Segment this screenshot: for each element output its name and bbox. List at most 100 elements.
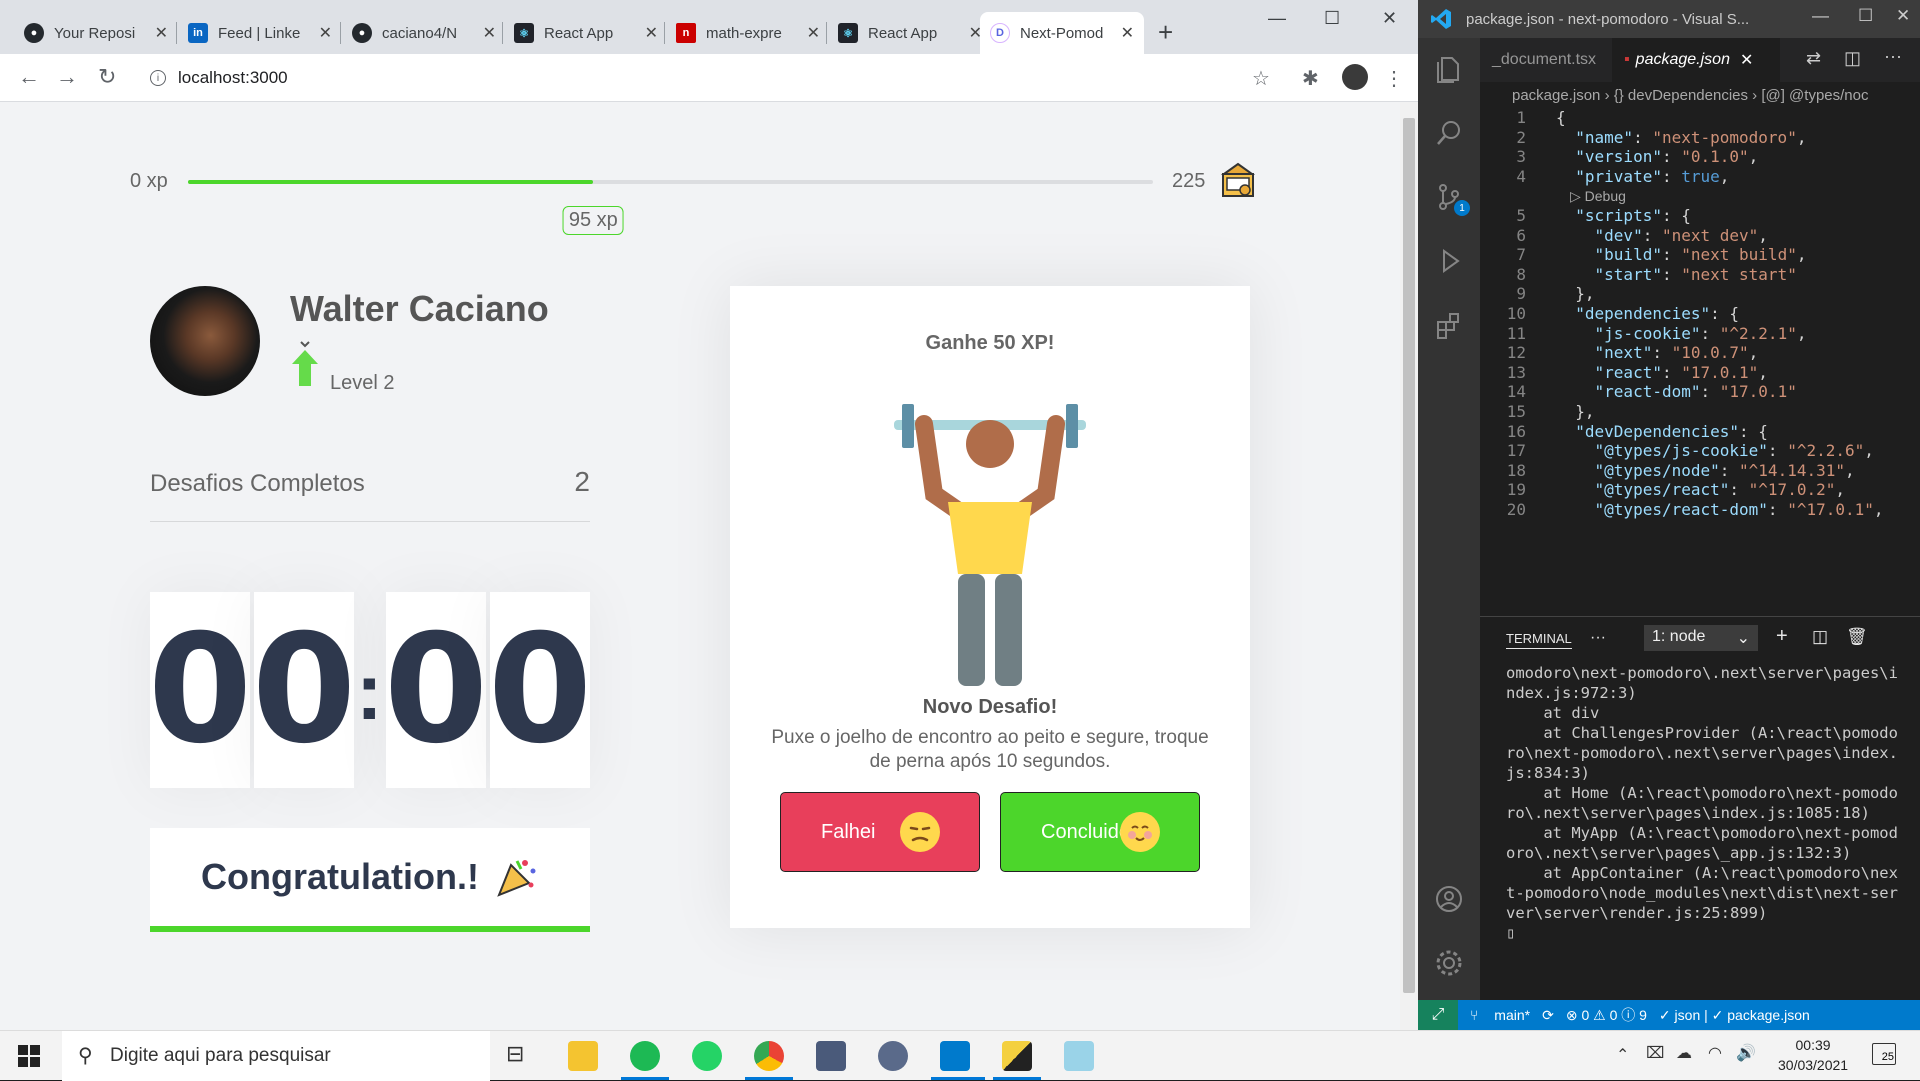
tab-document-tsx[interactable]: _document.tsx [1480, 38, 1608, 82]
chrome-icon[interactable] [754, 1041, 784, 1071]
page-scrollbar[interactable] [1400, 102, 1418, 1030]
maximize-icon[interactable]: ☐ [1324, 8, 1340, 29]
cloud-icon[interactable]: ☁ [1676, 1043, 1692, 1063]
code-line[interactable]: "name": "next-pomodoro", [1556, 128, 1806, 147]
code-line[interactable]: "@types/node": "^14.14.31", [1556, 461, 1855, 480]
tab-linkedin[interactable]: in Feed | Linke ✕ [178, 12, 342, 54]
code-editor[interactable]: 1 {2 "name": "next-pomodoro", 3 "version":… [1480, 108, 1920, 616]
wifi-icon[interactable]: ◠ [1708, 1043, 1722, 1063]
close-icon[interactable]: ✕ [645, 23, 658, 43]
problems-status[interactable]: ⊗ 0 ⚠ 0 ⓘ 9 [1566, 1005, 1647, 1025]
accounts-icon[interactable] [1434, 884, 1464, 914]
info-icon[interactable]: i [150, 70, 166, 86]
app-icon[interactable] [816, 1041, 846, 1071]
volume-icon[interactable]: 🔊 [1736, 1043, 1756, 1063]
code-line[interactable]: "start": "next start" [1556, 265, 1797, 284]
remote-icon[interactable]: ⤢ [1418, 1000, 1458, 1030]
code-line[interactable]: }, [1556, 402, 1594, 421]
code-line[interactable]: }, [1556, 284, 1594, 303]
notifications-app-icon[interactable] [878, 1041, 908, 1071]
code-line[interactable]: "version": "0.1.0", [1556, 147, 1758, 166]
split-editor-icon[interactable]: ◫ [1844, 48, 1861, 69]
code-line[interactable]: "build": "next build", [1556, 245, 1807, 264]
taskbar-search[interactable]: ⚲ Digite aqui para pesquisar [62, 1031, 490, 1081]
profile-avatar[interactable] [1342, 64, 1368, 90]
task-view-icon[interactable]: ⊟ [506, 1041, 536, 1071]
explorer-icon[interactable] [1434, 54, 1464, 84]
scrollbar-thumb[interactable] [1403, 118, 1415, 993]
device-icon[interactable]: ⌧ [1646, 1043, 1664, 1063]
close-icon[interactable]: ✕ [319, 23, 332, 43]
terminal-output[interactable]: omodoro\next-pomodoro\.next\server\pages… [1506, 663, 1906, 943]
close-icon[interactable]: ✕ [483, 23, 496, 43]
vscode-icon[interactable] [940, 1041, 970, 1071]
extensions-icon[interactable] [1434, 310, 1464, 340]
chevron-up-icon[interactable]: ⌃ [1616, 1045, 1629, 1065]
add-terminal-icon[interactable]: + [1776, 625, 1788, 648]
tab-package-json[interactable]: ▪ package.json ✕ [1612, 38, 1780, 82]
code-line[interactable]: "scripts": { [1556, 206, 1691, 225]
code-line[interactable]: "@types/js-cookie": "^2.2.6", [1556, 441, 1874, 460]
split-terminal-icon[interactable]: ◫ [1812, 627, 1828, 647]
gear-icon[interactable] [1434, 948, 1464, 978]
bookmark-star-icon[interactable]: ☆ [1252, 66, 1270, 91]
code-line[interactable]: "@types/react": "^17.0.2", [1556, 480, 1845, 499]
run-debug-icon[interactable] [1434, 246, 1464, 276]
remote-desktop-icon[interactable] [1064, 1041, 1094, 1071]
clock[interactable]: 00:39 30/03/2021 [1778, 1035, 1848, 1075]
tab-github-repo[interactable]: ● caciano4/N ✕ [342, 12, 506, 54]
sticky-app-icon[interactable] [1002, 1041, 1032, 1071]
fail-button[interactable]: Falhei [780, 792, 980, 872]
code-line[interactable]: "private": true, [1556, 167, 1729, 186]
code-line[interactable]: "next": "10.0.7", [1556, 343, 1759, 362]
branch-status[interactable]: ⑂ main* [1470, 1007, 1530, 1023]
extensions-icon[interactable]: ✱ [1302, 66, 1319, 91]
debug-codelens[interactable]: ▷ Debug [1570, 188, 1626, 205]
code-line[interactable]: "react": "17.0.1", [1556, 363, 1768, 382]
completed-button[interactable]: Concluido [1000, 792, 1200, 872]
tab-react-app-2[interactable]: ⚛ React App ✕ [828, 12, 992, 54]
menu-icon[interactable]: ⋮ [1384, 66, 1404, 91]
whatsapp-icon[interactable] [692, 1041, 722, 1071]
close-window-icon[interactable]: ✕ [1896, 6, 1910, 26]
close-icon[interactable]: ✕ [807, 23, 820, 43]
compare-icon[interactable]: ⇄ [1806, 48, 1821, 69]
tab-react-app-1[interactable]: ⚛ React App ✕ [504, 12, 668, 54]
tab-next-pomodoro[interactable]: D Next-Pomod ✕ [980, 12, 1144, 54]
sync-icon[interactable]: ⟳ [1542, 1007, 1554, 1024]
cycle-complete-button[interactable]: Congratulation.! [150, 828, 590, 932]
reload-icon[interactable]: ↻ [98, 64, 116, 90]
code-line[interactable]: "dependencies": { [1556, 304, 1739, 323]
spotify-icon[interactable] [630, 1041, 660, 1071]
windows-start-icon[interactable] [18, 1045, 40, 1067]
code-line[interactable]: "devDependencies": { [1556, 422, 1768, 441]
code-line[interactable]: "react-dom": "17.0.1" [1556, 382, 1797, 401]
more-icon[interactable]: ··· [1590, 629, 1606, 647]
terminal-select[interactable]: 1: node ⌄ [1644, 625, 1758, 651]
breadcrumb[interactable]: package.json › {} devDependencies › [@] … [1480, 82, 1920, 108]
tab-npm[interactable]: n math-expre ✕ [666, 12, 830, 54]
terminal-tab[interactable]: TERMINAL [1506, 631, 1572, 649]
close-icon[interactable]: ✕ [155, 23, 168, 43]
back-icon[interactable]: ← [18, 64, 40, 90]
close-window-icon[interactable]: ✕ [1382, 8, 1397, 29]
file-explorer-icon[interactable] [568, 1041, 598, 1071]
code-line[interactable]: { [1556, 108, 1566, 127]
more-actions-icon[interactable]: ··· [1884, 46, 1902, 67]
tab-github-repos[interactable]: ● Your Reposi ✕ [14, 12, 178, 54]
code-line[interactable]: "@types/react-dom": "^17.0.1", [1556, 500, 1884, 519]
new-tab-button[interactable]: + [1158, 17, 1173, 48]
code-line[interactable]: "dev": "next dev", [1556, 226, 1768, 245]
maximize-icon[interactable]: ☐ [1858, 6, 1873, 26]
language-status[interactable]: ✓ json | ✓ package.json [1659, 1007, 1810, 1024]
search-icon[interactable] [1434, 118, 1464, 148]
address-bar[interactable]: i localhost:3000 [136, 60, 1286, 96]
forward-icon[interactable]: → [56, 64, 78, 90]
notification-center-icon[interactable]: 25 [1872, 1043, 1896, 1065]
trash-icon[interactable]: 🗑 [1846, 627, 1868, 647]
minimize-icon[interactable]: — [1812, 6, 1829, 26]
close-icon[interactable]: ✕ [1121, 23, 1134, 43]
close-icon[interactable]: ✕ [1740, 50, 1753, 70]
code-line[interactable]: "js-cookie": "^2.2.1", [1556, 324, 1807, 343]
minimize-icon[interactable]: — [1268, 8, 1286, 29]
